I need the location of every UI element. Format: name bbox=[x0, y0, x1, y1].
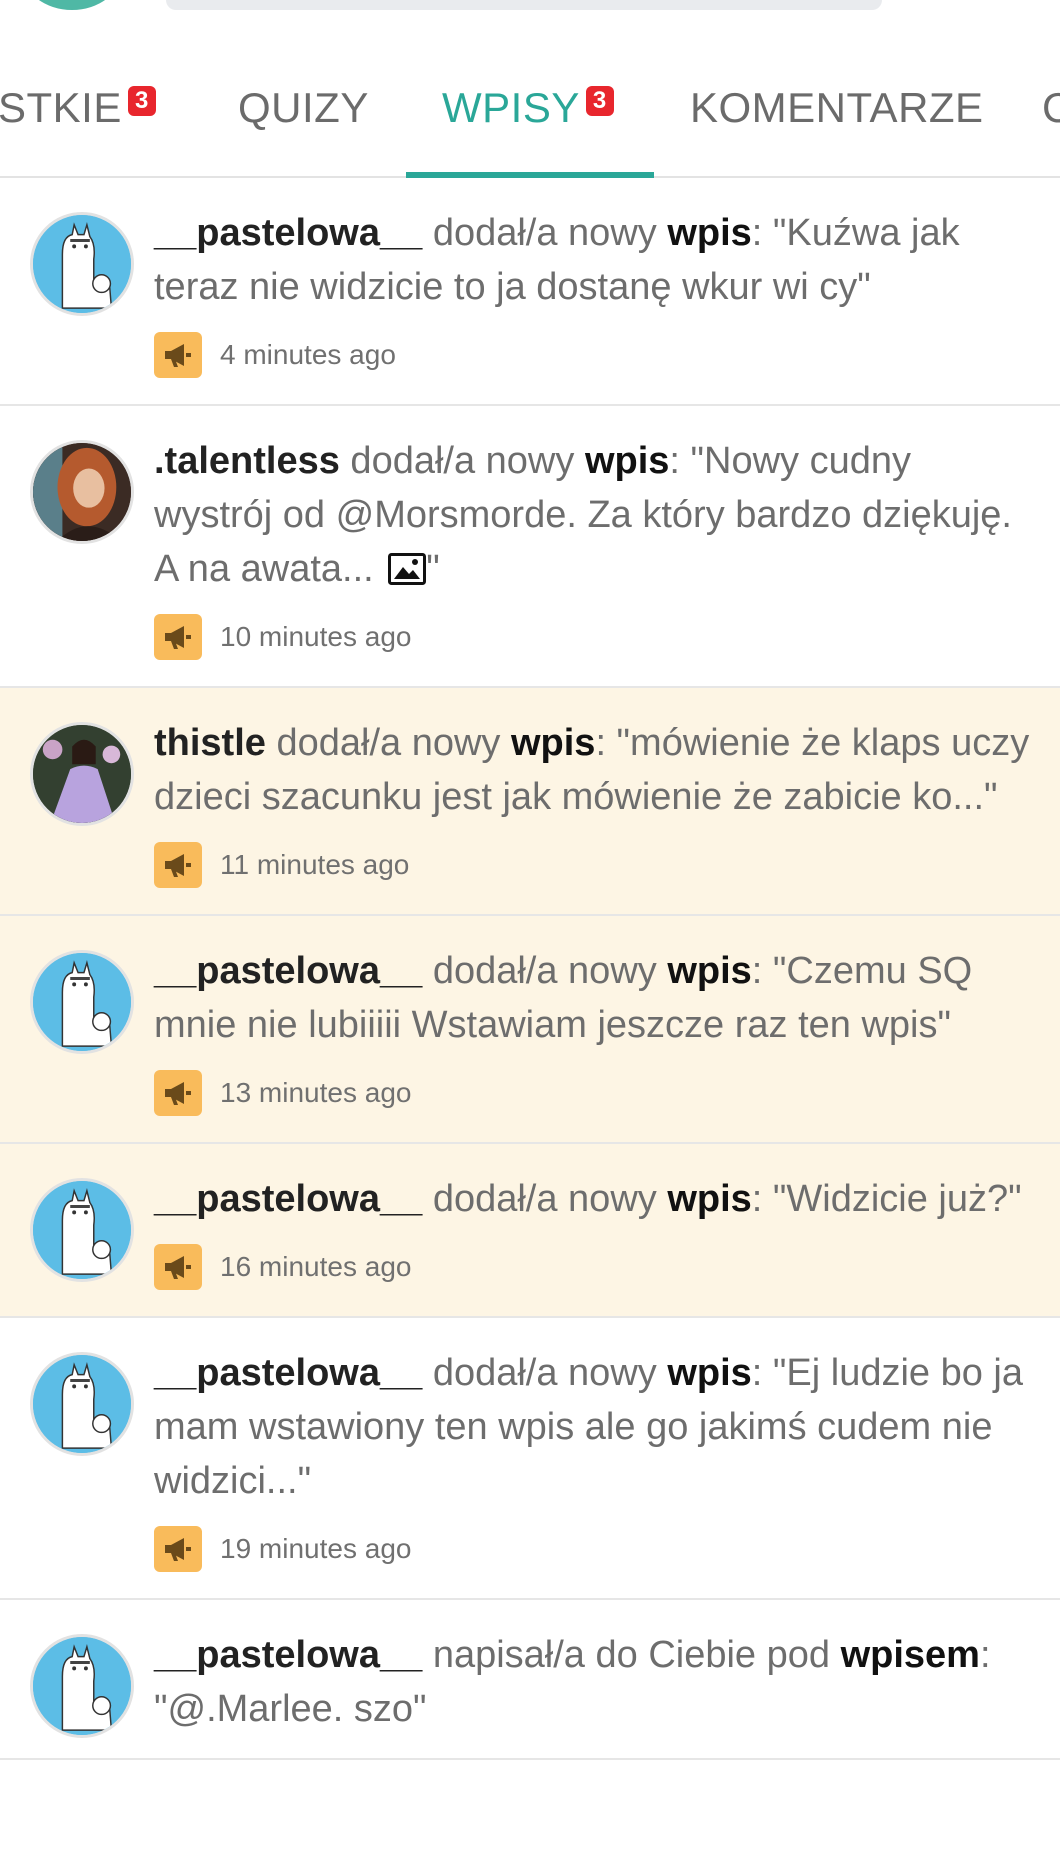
portrait-icon bbox=[33, 443, 131, 541]
notification-meta: 4 minutes ago bbox=[154, 332, 1030, 378]
alpaca-icon bbox=[33, 953, 131, 1051]
tab-label: QUIZY bbox=[238, 84, 369, 131]
post-type-link[interactable]: wpis bbox=[667, 950, 751, 992]
action-text: dodał/a nowy bbox=[422, 1352, 668, 1394]
action-text: dodał/a nowy bbox=[422, 950, 668, 992]
notifications-page: STKIE 3 QUIZY WPISY 3 KOMENTARZE C __pas… bbox=[0, 0, 1060, 1855]
notification-item[interactable]: __pastelowa__ dodał/a nowy wpis: "Ej lud… bbox=[0, 1318, 1060, 1600]
alpaca-avatar[interactable] bbox=[30, 1178, 134, 1282]
username-link[interactable]: __pastelowa__ bbox=[154, 1634, 422, 1676]
tab-quizy[interactable]: QUIZY bbox=[238, 84, 369, 132]
notification-meta: 10 minutes ago bbox=[154, 614, 1030, 660]
search-bar[interactable] bbox=[166, 0, 882, 10]
post-type-link[interactable]: wpis bbox=[585, 440, 669, 482]
username-link[interactable]: __pastelowa__ bbox=[154, 950, 422, 992]
notification-tabs: STKIE 3 QUIZY WPISY 3 KOMENTARZE C bbox=[0, 52, 1060, 178]
tab-komentarze[interactable]: KOMENTARZE bbox=[690, 84, 984, 132]
notification-item[interactable]: __pastelowa__ dodał/a nowy wpis: "Czemu … bbox=[0, 916, 1060, 1144]
top-bar bbox=[0, 0, 1060, 52]
timestamp: 16 minutes ago bbox=[220, 1251, 412, 1282]
notification-text: __pastelowa__ dodał/a nowy wpis: "Ej lud… bbox=[154, 1346, 1030, 1508]
megaphone-icon bbox=[154, 332, 202, 378]
post-excerpt: : "Widzicie już?" bbox=[751, 1178, 1022, 1220]
notification-text: __pastelowa__ napisał/a do Ciebie pod wp… bbox=[154, 1628, 1030, 1736]
tab-label: STKIE bbox=[0, 84, 122, 131]
post-type-link[interactable]: wpisem bbox=[841, 1634, 980, 1676]
megaphone-icon bbox=[154, 1070, 202, 1116]
megaphone-icon bbox=[154, 842, 202, 888]
notification-text: __pastelowa__ dodał/a nowy wpis: "Czemu … bbox=[154, 944, 1030, 1052]
post-type-link[interactable]: wpis bbox=[511, 722, 595, 764]
notification-item[interactable]: __pastelowa__ dodał/a nowy wpis: "Kuźwa … bbox=[0, 178, 1060, 406]
notification-feed: __pastelowa__ dodał/a nowy wpis: "Kuźwa … bbox=[0, 178, 1060, 1760]
dress-avatar[interactable] bbox=[30, 722, 134, 826]
notification-text: __pastelowa__ dodał/a nowy wpis: "Widzic… bbox=[154, 1172, 1030, 1226]
megaphone-icon bbox=[154, 614, 202, 660]
notification-meta: 13 minutes ago bbox=[154, 1070, 1030, 1116]
timestamp: 11 minutes ago bbox=[220, 849, 410, 880]
action-text: dodał/a nowy bbox=[422, 212, 668, 254]
post-type-link[interactable]: wpis bbox=[667, 1352, 751, 1394]
alpaca-avatar[interactable] bbox=[30, 1352, 134, 1456]
notification-item[interactable]: .talentless dodał/a nowy wpis: "Nowy cud… bbox=[0, 406, 1060, 688]
action-text: dodał/a nowy bbox=[265, 722, 511, 764]
tab-badge-count: 3 bbox=[585, 86, 614, 116]
notification-meta: 16 minutes ago bbox=[154, 1244, 1030, 1290]
username-link[interactable]: thistle bbox=[154, 722, 266, 764]
alpaca-avatar[interactable] bbox=[30, 212, 134, 316]
notification-meta: 11 minutes ago bbox=[154, 842, 1030, 888]
timestamp: 13 minutes ago bbox=[220, 1077, 412, 1108]
timestamp: 19 minutes ago bbox=[220, 1533, 412, 1564]
alpaca-icon bbox=[33, 215, 131, 313]
action-text: napisał/a do Ciebie pod bbox=[422, 1634, 841, 1676]
alpaca-icon bbox=[33, 1355, 131, 1453]
username-link[interactable]: __pastelowa__ bbox=[154, 212, 422, 254]
tab-more[interactable]: C bbox=[1042, 84, 1060, 132]
alpaca-avatar[interactable] bbox=[30, 950, 134, 1054]
action-text: dodał/a nowy bbox=[339, 440, 585, 482]
notification-text: __pastelowa__ dodał/a nowy wpis: "Kuźwa … bbox=[154, 206, 1030, 314]
tab-label: WPISY bbox=[442, 84, 580, 131]
image-icon bbox=[388, 553, 427, 585]
notification-meta: 19 minutes ago bbox=[154, 1526, 1030, 1572]
tab-label: KOMENTARZE bbox=[690, 84, 984, 131]
post-type-link[interactable]: wpis bbox=[667, 212, 751, 254]
timestamp: 10 minutes ago bbox=[220, 621, 412, 652]
tab-wszystkie[interactable]: STKIE 3 bbox=[0, 84, 156, 132]
portrait-avatar[interactable] bbox=[30, 440, 134, 544]
tab-wpisy[interactable]: WPISY 3 bbox=[442, 84, 614, 132]
notification-item[interactable]: thistle dodał/a nowy wpis: "mówienie że … bbox=[0, 688, 1060, 916]
megaphone-icon bbox=[154, 1244, 202, 1290]
username-link[interactable]: __pastelowa__ bbox=[154, 1352, 422, 1394]
notification-text: thistle dodał/a nowy wpis: "mówienie że … bbox=[154, 716, 1030, 824]
notification-text: .talentless dodał/a nowy wpis: "Nowy cud… bbox=[154, 434, 1030, 596]
alpaca-icon bbox=[33, 1181, 131, 1279]
megaphone-icon bbox=[154, 1526, 202, 1572]
dress-portrait-icon bbox=[33, 725, 131, 823]
profile-avatar[interactable] bbox=[22, 0, 122, 10]
post-excerpt-end: " bbox=[426, 548, 440, 590]
alpaca-avatar[interactable] bbox=[30, 1634, 134, 1738]
tab-badge-count: 3 bbox=[127, 86, 156, 116]
post-type-link[interactable]: wpis bbox=[667, 1178, 751, 1220]
notification-item[interactable]: __pastelowa__ napisał/a do Ciebie pod wp… bbox=[0, 1600, 1060, 1760]
notification-item[interactable]: __pastelowa__ dodał/a nowy wpis: "Widzic… bbox=[0, 1144, 1060, 1318]
username-link[interactable]: .talentless bbox=[154, 440, 340, 482]
timestamp: 4 minutes ago bbox=[220, 339, 396, 370]
tab-label: C bbox=[1042, 84, 1060, 131]
action-text: dodał/a nowy bbox=[422, 1178, 668, 1220]
username-link[interactable]: __pastelowa__ bbox=[154, 1178, 422, 1220]
alpaca-icon bbox=[33, 1637, 131, 1735]
